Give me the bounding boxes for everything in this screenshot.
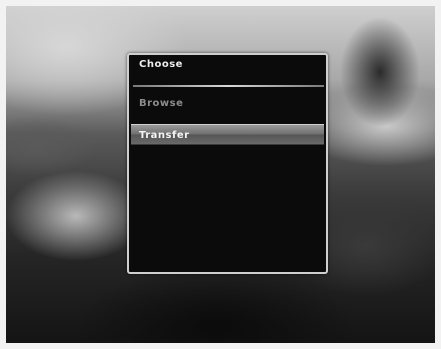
choose-menu-dialog: Choose Browse Transfer — [127, 53, 328, 274]
menu-item-browse[interactable]: Browse — [131, 93, 324, 114]
background-photo: Choose Browse Transfer — [6, 6, 435, 343]
menu-title: Choose — [139, 59, 183, 70]
background-tree — [335, 12, 425, 132]
menu-divider — [133, 85, 324, 87]
menu-item-transfer[interactable]: Transfer — [131, 124, 324, 145]
